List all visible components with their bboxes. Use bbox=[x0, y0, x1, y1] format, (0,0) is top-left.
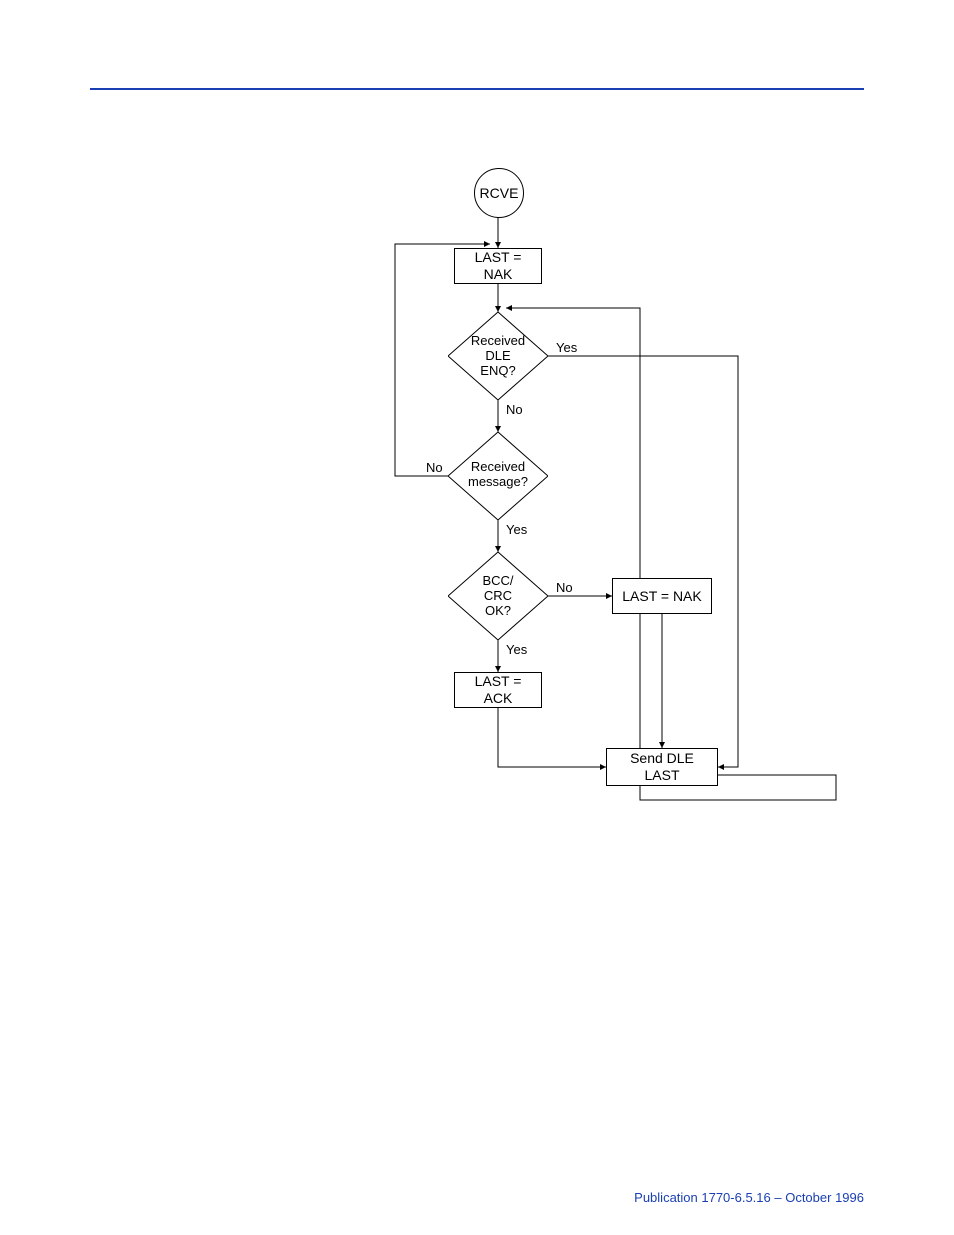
page: RCVE LAST = NAK ReceivedDLEENQ? Received… bbox=[0, 0, 954, 1235]
node-received-dle-enq-label: ReceivedDLEENQ? bbox=[458, 334, 538, 379]
node-last-nak-right: LAST = NAK bbox=[612, 578, 712, 614]
node-bcc-crc-ok-label: BCC/CRCOK? bbox=[458, 574, 538, 619]
node-last-nak-top: LAST = NAK bbox=[454, 248, 542, 284]
edge-crc-yes: Yes bbox=[506, 642, 527, 657]
node-last-ack-label: LAST = ACK bbox=[461, 673, 535, 707]
node-send-dle-last-label: Send DLE LAST bbox=[613, 750, 711, 784]
publication-footer: Publication 1770-6.5.16 – October 1996 bbox=[634, 1190, 864, 1205]
node-send-dle-last: Send DLE LAST bbox=[606, 748, 718, 786]
edge-msg-yes: Yes bbox=[506, 522, 527, 537]
edge-crc-no: No bbox=[556, 580, 573, 595]
edge-enq-no: No bbox=[506, 402, 523, 417]
edge-msg-no: No bbox=[426, 460, 443, 475]
edge-enq-yes: Yes bbox=[556, 340, 577, 355]
node-last-nak-top-label: LAST = NAK bbox=[461, 249, 535, 283]
node-rcve-label: RCVE bbox=[480, 185, 519, 201]
node-received-message-label: Receivedmessage? bbox=[458, 460, 538, 490]
node-rcve: RCVE bbox=[474, 168, 524, 218]
node-last-ack: LAST = ACK bbox=[454, 672, 542, 708]
node-last-nak-right-label: LAST = NAK bbox=[622, 588, 702, 605]
